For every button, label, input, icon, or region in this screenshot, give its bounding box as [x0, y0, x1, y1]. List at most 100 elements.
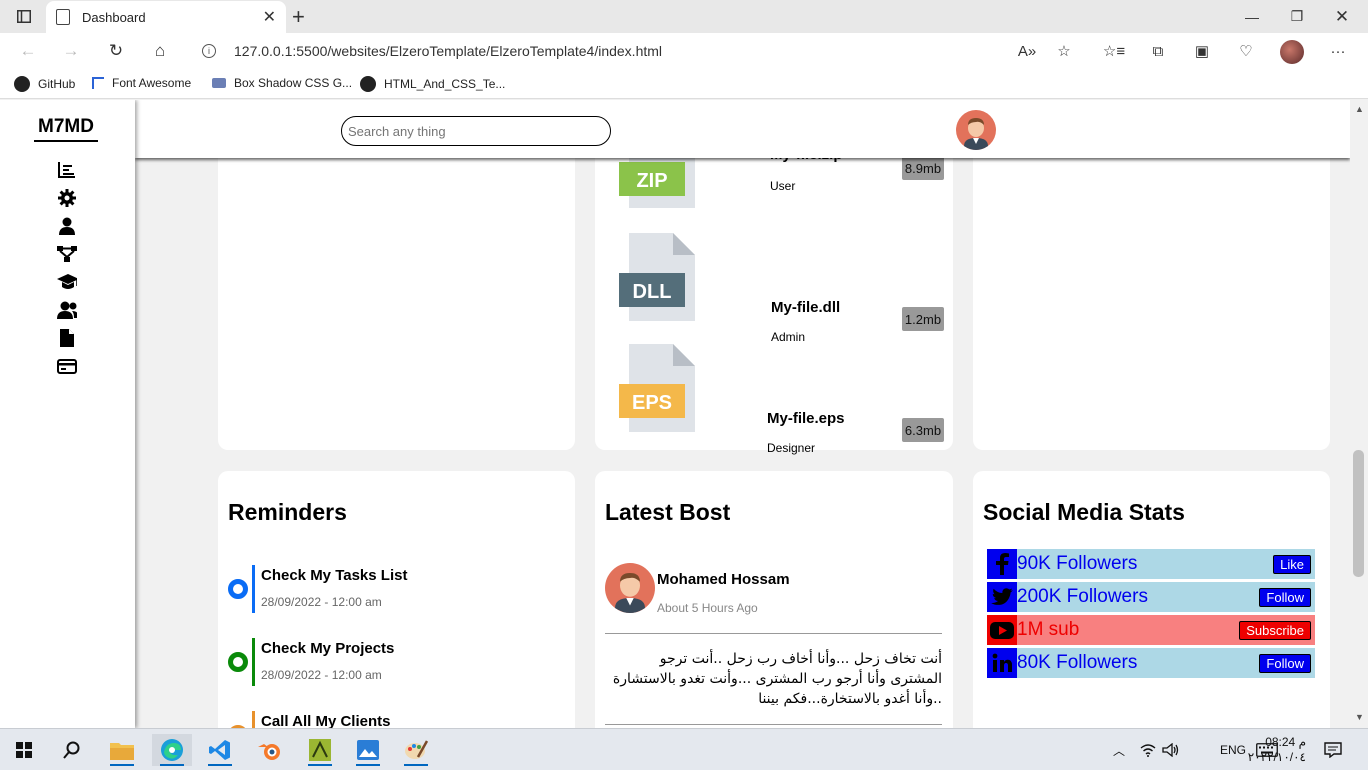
file-row[interactable]: DLL My-file.dll Admin 1.2mb	[595, 233, 952, 344]
tab-actions-icon[interactable]	[2, 0, 46, 33]
edge-icon[interactable]	[152, 734, 192, 766]
linkedin-icon	[987, 648, 1017, 678]
page-scrollbar[interactable]: ▲ ▼	[1350, 100, 1368, 728]
clock[interactable]: 08:24 م ٢٠٢٢/١٠/٠٤	[1248, 729, 1306, 770]
users-icon[interactable]	[57, 300, 77, 320]
network-icon[interactable]	[1140, 729, 1156, 770]
add-favorite-icon[interactable]: ☆	[1052, 39, 1076, 63]
subscribe-button[interactable]: Subscribe	[1239, 620, 1311, 640]
back-icon[interactable]: ←	[16, 39, 40, 63]
running-indicator	[356, 764, 380, 766]
svg-text:ZIP: ZIP	[636, 170, 667, 192]
graduation-cap-icon[interactable]	[57, 272, 77, 292]
home-icon[interactable]: ⌂	[148, 39, 172, 63]
page-content: M7MD Search any thing ZIP User 8.9mb DLL…	[0, 100, 1350, 728]
reminder-date: 28/09/2022 - 12:00 am	[261, 668, 382, 682]
social-count: 200K Followers	[1017, 586, 1148, 607]
svg-text:DLL: DLL	[633, 281, 672, 303]
math-solver-icon[interactable]: ▣	[1190, 39, 1214, 63]
file-size: 8.9mb	[902, 156, 944, 180]
tab-dashboard[interactable]: Dashboard ✕	[46, 1, 286, 33]
reminder-dot	[228, 579, 248, 599]
like-button[interactable]: Like	[1273, 554, 1311, 574]
latest-post-title: Latest Bost	[605, 499, 731, 525]
restore-icon[interactable]: ❐	[1275, 0, 1319, 33]
photos-icon[interactable]	[348, 734, 388, 766]
file-explorer-icon[interactable]	[102, 734, 142, 766]
notification-icon[interactable]	[1324, 729, 1342, 770]
scroll-thumb[interactable]	[1353, 450, 1364, 577]
github-icon	[360, 76, 376, 92]
site-info-icon[interactable]: i	[202, 44, 216, 58]
social-card: Social Media Stats 90K Followers Like 20…	[973, 471, 1330, 728]
reminder-title: Check My Projects	[261, 640, 395, 657]
folder-icon	[212, 78, 226, 88]
search-icon[interactable]	[52, 734, 92, 766]
social-row-facebook: 90K Followers Like	[987, 549, 1315, 579]
follow-button[interactable]: Follow	[1259, 653, 1311, 673]
address-bar[interactable]: i 127.0.0.1:5500/websites/ElzeroTemplate…	[188, 36, 1091, 66]
file-size: 1.2mb	[902, 307, 944, 331]
refresh-icon[interactable]: ↻	[104, 39, 128, 63]
scroll-down-icon[interactable]: ▼	[1355, 712, 1364, 722]
minimize-icon[interactable]: —	[1230, 0, 1274, 33]
github-icon	[14, 76, 30, 92]
reminder-bar	[252, 565, 255, 613]
favorite-github[interactable]: GitHub	[14, 76, 75, 92]
social-row-twitter: 200K Followers Follow	[987, 582, 1315, 612]
running-indicator	[404, 764, 428, 766]
profile-avatar[interactable]	[1280, 40, 1304, 64]
new-tab-icon[interactable]: +	[292, 4, 305, 30]
avatar	[605, 563, 655, 613]
reminder-title: Call All My Clients	[261, 713, 391, 728]
file-name: My-file.dll	[771, 299, 841, 316]
forward-icon[interactable]: →	[59, 39, 83, 63]
avatar[interactable]	[956, 110, 996, 150]
file-role: User	[770, 179, 796, 193]
browser-tabbar: Dashboard ✕ + — ❐ ✕	[0, 0, 1368, 33]
credit-card-icon[interactable]	[57, 356, 77, 376]
logo: M7MD	[34, 116, 98, 142]
reminder-dot	[228, 652, 248, 672]
paint-icon[interactable]	[396, 734, 436, 766]
running-indicator	[308, 764, 332, 766]
tray-chevron-icon[interactable]: ︿	[1113, 729, 1125, 770]
vscode-icon[interactable]	[200, 734, 240, 766]
favorite-box-shadow[interactable]: Box Shadow CSS G...	[212, 76, 352, 90]
browser-essentials-icon[interactable]: ♡	[1234, 39, 1258, 63]
card-right-top	[973, 140, 1330, 450]
chart-bar-icon[interactable]	[57, 160, 77, 180]
more-options-icon[interactable]: ···	[1326, 39, 1350, 63]
favorite-html-css[interactable]: HTML_And_CSS_Te...	[360, 76, 505, 92]
close-window-icon[interactable]: ✕	[1320, 0, 1364, 33]
start-icon[interactable]	[4, 734, 44, 766]
youtube-icon	[987, 615, 1017, 645]
read-aloud-icon[interactable]: A»	[1015, 39, 1039, 63]
file-row[interactable]: EPS My-file.eps Designer 6.3mb	[595, 344, 952, 455]
post-author: Mohamed Hossam	[657, 571, 790, 588]
user-icon[interactable]	[57, 216, 77, 236]
social-row-linkedin: 80K Followers Follow	[987, 648, 1315, 678]
collections-icon[interactable]: ⧉	[1146, 39, 1170, 63]
sidebar: M7MD	[0, 100, 135, 728]
scroll-up-icon[interactable]: ▲	[1355, 104, 1364, 114]
reminder-item[interactable]: Check My Projects 28/09/2022 - 12:00 am	[228, 638, 558, 688]
reminder-item[interactable]: Call All My Clients	[228, 711, 558, 728]
reminder-item[interactable]: Check My Tasks List 28/09/2022 - 12:00 a…	[228, 565, 558, 615]
svg-text:EPS: EPS	[632, 392, 672, 414]
reminder-bar	[252, 638, 255, 686]
close-tab-icon[interactable]: ✕	[263, 7, 276, 27]
search-input[interactable]	[341, 116, 611, 146]
flag-icon	[92, 77, 104, 89]
volume-icon[interactable]	[1162, 729, 1180, 770]
favorite-font-awesome[interactable]: Font Awesome	[92, 76, 191, 90]
blender-icon[interactable]	[250, 734, 290, 766]
app-icon[interactable]	[300, 734, 340, 766]
gear-icon[interactable]	[57, 188, 77, 208]
post-time: About 5 Hours Ago	[657, 601, 758, 615]
follow-button[interactable]: Follow	[1259, 587, 1311, 607]
language-indicator[interactable]: ENG	[1220, 729, 1246, 770]
file-icon[interactable]	[57, 328, 77, 348]
diagram-icon[interactable]	[57, 244, 77, 264]
favorites-icon[interactable]: ☆≡	[1102, 39, 1126, 63]
